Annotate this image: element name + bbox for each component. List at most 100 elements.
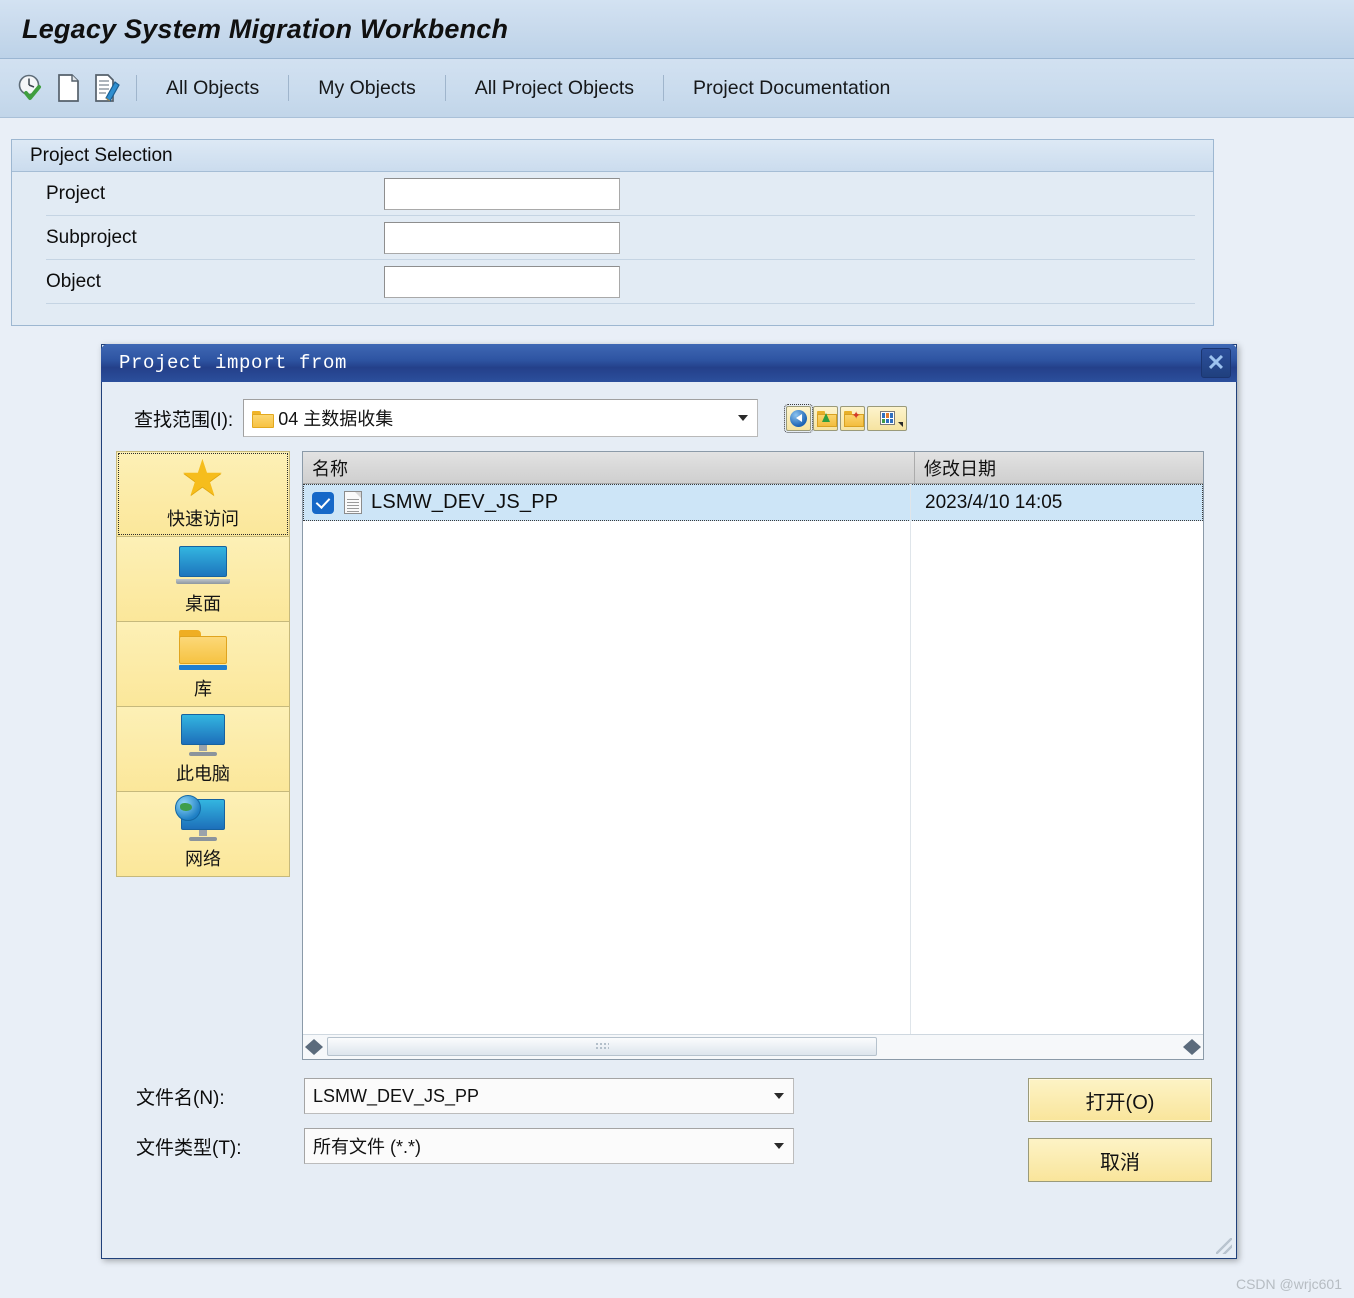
app-toolbar: All Objects My Objects All Project Objec…: [0, 59, 1354, 118]
folder-up-icon: [817, 411, 835, 425]
horizontal-scrollbar[interactable]: [303, 1034, 1203, 1059]
place-label: 网络: [185, 845, 221, 871]
chevron-left-icon[interactable]: [305, 1039, 314, 1055]
subproject-label: Subproject: [46, 227, 384, 249]
filename-value: LSMW_DEV_JS_PP: [313, 1086, 479, 1107]
up-one-level-button[interactable]: [813, 406, 838, 431]
scroll-left-arrows[interactable]: [303, 1039, 325, 1055]
back-arrow-icon: [790, 410, 807, 427]
text-file-icon: [344, 491, 362, 514]
chevron-down-icon: [898, 422, 903, 427]
close-icon[interactable]: ✕: [1201, 348, 1231, 378]
folder-icon: [252, 410, 272, 426]
scrollbar-track[interactable]: [325, 1035, 1181, 1060]
view-mode-button[interactable]: [867, 406, 907, 431]
form-row-object: Object: [12, 260, 1213, 304]
place-label: 桌面: [185, 590, 221, 616]
place-label: 此电脑: [176, 760, 230, 786]
toolbar-divider: [445, 75, 446, 101]
filename-label: 文件名(N):: [136, 1083, 304, 1110]
app-title-bar: Legacy System Migration Workbench: [0, 0, 1354, 59]
watermark: CSDN @wrjc601: [1236, 1276, 1342, 1292]
desktop-icon: [176, 543, 230, 587]
file-name-cell: LSMW_DEV_JS_PP: [303, 491, 915, 514]
network-icon: [178, 798, 228, 842]
subproject-input[interactable]: [384, 222, 620, 254]
edit-document-icon[interactable]: [90, 70, 124, 106]
filetype-row: 文件类型(T): 所有文件 (*.*): [136, 1128, 1028, 1164]
lookin-label: 查找范围(I):: [134, 405, 233, 432]
filetype-value: 所有文件 (*.*): [313, 1133, 421, 1159]
place-network[interactable]: 网络: [116, 791, 290, 877]
toolbar-button-all-project-objects[interactable]: All Project Objects: [454, 69, 655, 107]
row-checkbox[interactable]: [312, 492, 334, 514]
chevron-down-icon: [774, 1093, 784, 1099]
page-title: Legacy System Migration Workbench: [22, 14, 508, 45]
file-list-header: 名称 修改日期: [303, 452, 1203, 484]
project-input[interactable]: [384, 178, 620, 210]
file-modified-cell: 2023/4/10 14:05: [915, 492, 1203, 514]
dialog-footer: 文件名(N): LSMW_DEV_JS_PP 文件类型(T): 所有文件 (*.…: [102, 1060, 1236, 1182]
chevron-down-icon: [738, 415, 748, 421]
form-row-project: Project: [12, 172, 1213, 216]
filetype-label: 文件类型(T):: [136, 1133, 304, 1160]
cancel-button[interactable]: 取消: [1028, 1138, 1212, 1182]
places-bar: ★ 快速访问 桌面 库 此电脑: [116, 451, 290, 1060]
chevron-down-icon: [774, 1143, 784, 1149]
dialog-title-bar[interactable]: Project import from ✕: [101, 344, 1237, 382]
scrollbar-thumb[interactable]: [327, 1037, 877, 1056]
lookin-value: 04 主数据收集: [278, 405, 393, 431]
chevron-right-icon[interactable]: [1192, 1039, 1201, 1055]
filename-row: 文件名(N): LSMW_DEV_JS_PP: [136, 1078, 1028, 1114]
filename-combobox[interactable]: LSMW_DEV_JS_PP: [304, 1078, 794, 1114]
file-name-label: LSMW_DEV_JS_PP: [371, 491, 558, 514]
toolbar-divider: [136, 75, 137, 101]
column-header-name[interactable]: 名称: [303, 452, 915, 483]
table-row[interactable]: LSMW_DEV_JS_PP 2023/4/10 14:05: [303, 484, 1203, 521]
grip-icon: [595, 1042, 609, 1051]
place-quick-access[interactable]: ★ 快速访问: [116, 451, 290, 537]
star-icon: ★: [180, 458, 226, 502]
place-library[interactable]: 库: [116, 621, 290, 707]
chevron-right-icon[interactable]: [314, 1039, 323, 1055]
this-pc-icon: [178, 713, 228, 757]
toolbar-button-my-objects[interactable]: My Objects: [297, 69, 437, 107]
lookin-combobox[interactable]: 04 主数据收集: [243, 399, 758, 437]
execute-check-icon[interactable]: [14, 70, 48, 106]
object-label: Object: [46, 271, 384, 293]
toolbar-divider: [663, 75, 664, 101]
close-glyph: ✕: [1207, 352, 1225, 374]
new-folder-icon: ✦: [844, 411, 862, 425]
new-document-icon[interactable]: [52, 70, 86, 106]
back-button[interactable]: [786, 406, 811, 431]
view-list-icon: [880, 411, 895, 425]
toolbar-divider: [288, 75, 289, 101]
form-row-subproject: Subproject: [12, 216, 1213, 260]
dialog-action-buttons: 打开(O) 取消: [1028, 1078, 1236, 1182]
lookin-row: 查找范围(I): 04 主数据收集 ✦: [102, 383, 1236, 437]
place-desktop[interactable]: 桌面: [116, 536, 290, 622]
project-label: Project: [46, 183, 384, 205]
place-this-pc[interactable]: 此电脑: [116, 706, 290, 792]
object-input[interactable]: [384, 266, 620, 298]
project-selection-title: Project Selection: [30, 145, 173, 167]
chevron-left-icon[interactable]: [1183, 1039, 1192, 1055]
dialog-nav-toolbar: ✦: [786, 406, 907, 431]
project-selection-header: Project Selection: [12, 140, 1213, 172]
toolbar-button-all-objects[interactable]: All Objects: [145, 69, 280, 107]
file-list: 名称 修改日期 LSMW_DEV_JS_PP 2023/4/10 14:05: [302, 451, 1204, 1060]
filetype-combobox[interactable]: 所有文件 (*.*): [304, 1128, 794, 1164]
resize-grip[interactable]: [1216, 1238, 1232, 1254]
scroll-right-arrows[interactable]: [1181, 1039, 1203, 1055]
new-folder-button[interactable]: ✦: [840, 406, 865, 431]
project-import-dialog: Project import from ✕ 查找范围(I): 04 主数据收集 …: [101, 344, 1237, 1259]
library-folder-icon: [177, 628, 229, 672]
dialog-title: Project import from: [119, 352, 347, 374]
column-divider: [910, 484, 911, 1034]
dialog-footer-fields: 文件名(N): LSMW_DEV_JS_PP 文件类型(T): 所有文件 (*.…: [102, 1078, 1028, 1182]
place-label: 快速访问: [167, 505, 239, 531]
dialog-body: ★ 快速访问 桌面 库 此电脑: [102, 437, 1236, 1060]
open-button[interactable]: 打开(O): [1028, 1078, 1212, 1122]
column-header-modified[interactable]: 修改日期: [915, 452, 1203, 483]
toolbar-button-project-documentation[interactable]: Project Documentation: [672, 69, 911, 107]
